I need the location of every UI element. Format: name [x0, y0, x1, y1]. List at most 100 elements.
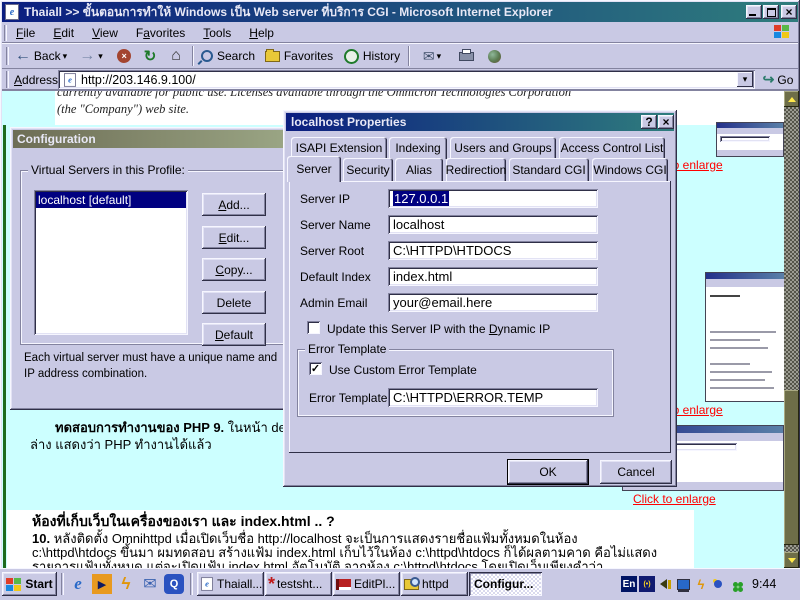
edit-button[interactable] — [482, 45, 506, 67]
menu-edit[interactable]: Edit — [44, 26, 83, 40]
task-button-httpd[interactable]: httpd — [401, 572, 468, 596]
tab-security[interactable]: Security — [343, 158, 393, 181]
toolbar-grip[interactable] — [6, 47, 9, 65]
mail-dropdown-icon[interactable]: ▾ — [437, 51, 442, 62]
task-button-thaiall[interactable]: e Thaiall... — [197, 572, 264, 596]
virtual-servers-listbox[interactable]: localhost [default] — [34, 190, 188, 335]
task-button-testsht[interactable]: * testsht... — [265, 572, 332, 596]
tab-users-and-groups[interactable]: Users and Groups — [450, 137, 556, 159]
tab-standard-cgi[interactable]: Standard CGI — [509, 158, 589, 181]
error-template-input[interactable]: C:\HTTPD\ERROR.TEMP — [388, 388, 598, 407]
volume-tray-icon[interactable] — [657, 576, 673, 592]
minimize-button[interactable] — [746, 5, 762, 19]
icq-flower-tray-icon[interactable] — [727, 576, 743, 592]
outlook-express-quicklaunch-icon[interactable]: ✉ — [140, 574, 160, 594]
tab-windows-cgi[interactable]: Windows CGI — [592, 158, 668, 181]
menu-view[interactable]: View — [83, 26, 127, 40]
language-indicator[interactable]: En — [621, 576, 637, 592]
taskbar: Start e ▶ ϟ ✉ Q e Thaiall... * testsht..… — [0, 568, 800, 600]
list-item-selected[interactable]: localhost [default] — [36, 192, 186, 208]
edit-server-button[interactable]: Edit... — [202, 226, 266, 249]
search-icon — [201, 50, 213, 62]
default-button[interactable]: Default — [202, 323, 266, 346]
refresh-button[interactable]: ↻ — [138, 45, 162, 67]
task-button-editplus[interactable]: EditPl... — [333, 572, 400, 596]
go-button[interactable]: ↪ Go — [758, 70, 798, 89]
comet-tray-icon[interactable] — [710, 576, 726, 592]
tab-alias[interactable]: Alias — [395, 158, 443, 181]
copy-button[interactable]: Copy... — [202, 258, 266, 281]
screenshot-thumbnail-1[interactable] — [716, 122, 784, 157]
address-dropdown-button[interactable]: ▾ — [737, 72, 753, 87]
tab-server[interactable]: Server — [287, 156, 341, 182]
print-button[interactable] — [454, 45, 478, 67]
server-root-input[interactable]: C:\HTTPD\HTDOCS — [388, 241, 598, 260]
quickview-quicklaunch-icon[interactable]: Q — [164, 574, 184, 594]
favorites-button[interactable]: Favorites — [262, 45, 336, 67]
back-button[interactable]: ← Back ▾ — [12, 45, 70, 67]
scrollbar-thumb[interactable] — [784, 390, 799, 545]
delete-button[interactable]: Delete — [202, 291, 266, 314]
menu-help[interactable]: Help — [240, 26, 283, 40]
winamp-quicklaunch-icon[interactable]: ϟ — [116, 574, 136, 594]
address-input[interactable]: e http://203.146.9.100/ ▾ — [58, 70, 755, 89]
task-button-configuration-active[interactable]: Configur... — [469, 572, 542, 596]
close-button[interactable]: × — [781, 5, 797, 19]
server-root-label: Server Root — [300, 244, 364, 258]
stop-button[interactable]: × — [112, 45, 136, 67]
minimize-icon — [749, 14, 756, 16]
search-button[interactable]: Search — [198, 45, 258, 67]
add-button[interactable]: Add... — [202, 193, 266, 216]
address-grip[interactable] — [6, 71, 9, 88]
scroll-down-button[interactable] — [784, 552, 799, 568]
home-icon: ⌂ — [171, 47, 181, 65]
dialog-help-button[interactable]: ? — [641, 115, 657, 129]
screenshot-thumbnail-2[interactable] — [705, 272, 784, 402]
history-button[interactable]: History — [340, 45, 404, 67]
start-button[interactable]: Start — [2, 572, 57, 596]
default-index-label: Default Index — [300, 270, 371, 284]
server-ip-label: Server IP — [300, 192, 350, 206]
menu-file[interactable]: File — [7, 26, 44, 40]
server-name-input[interactable]: localhost — [388, 215, 598, 234]
cancel-button[interactable]: Cancel — [600, 460, 672, 484]
dialog-titlebar[interactable]: localhost Properties ? × — [286, 113, 674, 131]
dynamic-ip-checkbox-label: Update this Server IP with the Dynamic I… — [327, 322, 550, 336]
server-ip-input[interactable]: 127.0.0.1 — [388, 189, 598, 208]
scroll-down-icon — [788, 558, 796, 563]
menu-tools[interactable]: Tools — [194, 26, 240, 40]
dynamic-ip-checkbox[interactable] — [307, 321, 320, 334]
ok-button[interactable]: OK — [508, 460, 588, 484]
restore-button[interactable] — [763, 5, 779, 19]
ie-quicklaunch-icon[interactable]: e — [68, 574, 88, 594]
forward-button[interactable]: → ▾ — [72, 45, 110, 67]
start-windows-icon — [6, 578, 21, 591]
enlarge-link-3[interactable]: Click to enlarge — [633, 492, 716, 506]
dialog-close-button[interactable]: × — [658, 115, 674, 129]
custom-error-checkbox[interactable]: ✓ — [309, 362, 322, 375]
forward-icon: → — [79, 47, 95, 65]
forward-dropdown-icon[interactable]: ▾ — [98, 51, 103, 62]
menu-bar: File Edit View Favorites Tools Help — [2, 22, 798, 43]
configuration-titlebar[interactable]: Configuration — [13, 130, 285, 148]
default-index-input[interactable]: index.html — [388, 267, 598, 286]
tab-indexing[interactable]: Indexing — [389, 137, 447, 159]
mail-button[interactable]: ✉ ▾ — [414, 45, 450, 67]
radio-tray-icon[interactable]: (•) — [639, 576, 655, 592]
home-button[interactable]: ⌂ — [164, 45, 188, 67]
winamp-tray-icon[interactable]: ϟ — [693, 576, 709, 592]
window-titlebar[interactable]: e Thaiall >> ขั้นตอนการทำให้ Windows เป็… — [2, 2, 798, 22]
clock[interactable]: 9:44 — [752, 577, 776, 591]
tab-access-control-list[interactable]: Access Control List — [559, 137, 665, 159]
scroll-up-button[interactable] — [784, 91, 799, 107]
admin-email-input[interactable]: your@email.here — [388, 293, 598, 312]
display-tray-icon[interactable] — [675, 576, 691, 592]
php-test-text-line2: ล่าง แสดงว่า PHP ทำงานได้แล้ว — [30, 434, 212, 455]
tab-redirection[interactable]: Redirection — [446, 158, 506, 181]
media-player-quicklaunch-icon[interactable]: ▶ — [92, 574, 112, 594]
menu-favorites[interactable]: Favorites — [127, 26, 194, 40]
vertical-scrollbar[interactable] — [784, 91, 799, 568]
back-dropdown-icon[interactable]: ▾ — [63, 51, 68, 62]
ie-task-icon: e — [201, 577, 213, 591]
page-left-border — [3, 125, 6, 568]
